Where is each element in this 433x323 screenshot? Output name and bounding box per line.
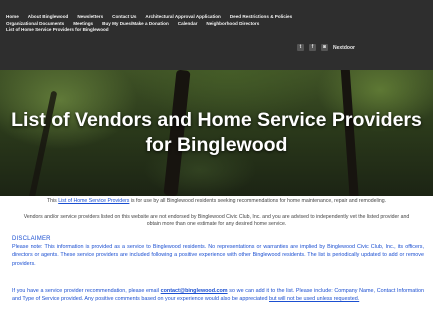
nav-architectural-approval[interactable]: Architectural Approval Application [145, 14, 220, 20]
hero-banner: List of Vendors and Home Service Provide… [0, 70, 433, 196]
nav-contact-us[interactable]: Contact Us [112, 14, 136, 20]
nav-service-providers[interactable]: List of Home Service Providers for Bingl… [6, 27, 109, 33]
nav-home[interactable]: Home [6, 14, 19, 20]
nav-about[interactable]: About Binglewood [28, 14, 69, 20]
nav-deed-restrictions[interactable]: Deed Restrictions & Policies [230, 14, 292, 20]
intro-text: This List of Home Service Providers is f… [20, 198, 413, 204]
nextdoor-link[interactable]: Nextdoor [333, 45, 355, 51]
vendor-advisory-text: Vendors and/or service providers listed … [23, 214, 410, 227]
service-providers-list-link[interactable]: List of Home Service Providers [58, 198, 129, 204]
twitter-icon[interactable]: t [297, 44, 304, 51]
nav-calendar[interactable]: Calendar [178, 21, 198, 27]
nav-newsletters[interactable]: Newsletters [77, 14, 103, 20]
nav-pay-dues[interactable]: Buy My Dues/Make a Donation [102, 21, 169, 27]
nav-directors[interactable]: Neighborhood Directors [206, 21, 259, 27]
intro-lead: This [46, 198, 59, 204]
facebook-icon[interactable]: f [309, 44, 316, 51]
main-menu: Home About Binglewood Newsletters Contac… [6, 14, 346, 33]
instagram-icon[interactable]: ◙ [321, 44, 328, 51]
social-links: t f ◙ Nextdoor [297, 44, 355, 51]
recommendation-text: If you have a service provider recommend… [12, 287, 424, 304]
recommendation-before: If you have a service provider recommend… [12, 288, 161, 294]
top-navigation-bar: Home About Binglewood Newsletters Contac… [0, 0, 433, 70]
nav-meetings[interactable]: Meetings [73, 21, 93, 27]
intro-rest: is for use by all Binglewood residents s… [129, 198, 387, 204]
nav-organizational-documents[interactable]: Organizational Documents [6, 21, 64, 27]
page: Home About Binglewood Newsletters Contac… [0, 0, 433, 323]
disclaimer-heading: DISCLAIMER [12, 236, 51, 242]
page-title: List of Vendors and Home Service Provide… [11, 109, 422, 156]
disclaimer-text: Please note: This information is provide… [12, 244, 424, 267]
recommendation-note: but will not be used unless requested. [269, 296, 360, 303]
contact-email-link[interactable]: contact@binglewood.com [161, 288, 228, 294]
